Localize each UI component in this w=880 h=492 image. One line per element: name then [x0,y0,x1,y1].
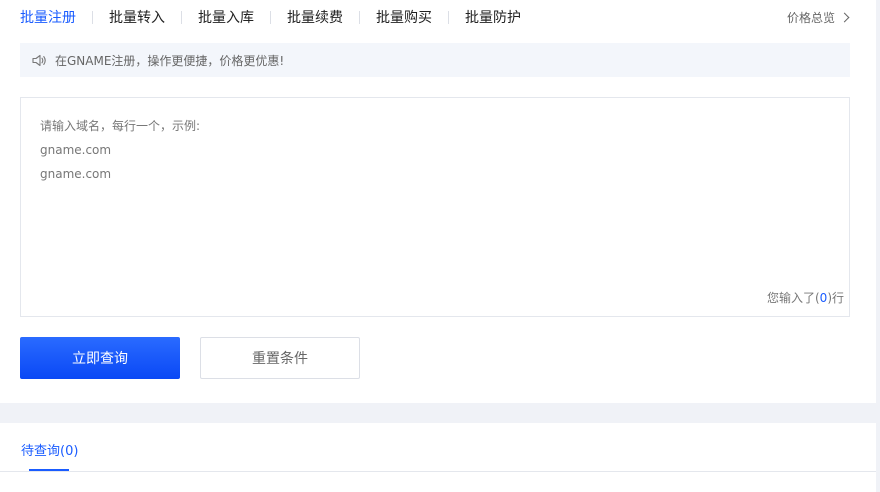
tab-divider [448,10,449,24]
notice-bar: 在GNAME注册，操作更便捷，价格更优惠! [20,43,850,77]
tab-divider [270,10,271,24]
tab-batch-transfer[interactable]: 批量转入 [109,7,165,27]
tab-batch-protect[interactable]: 批量防护 [465,7,521,27]
price-overview-label: 价格总览 [786,10,835,25]
price-overview-link[interactable]: 价格总览 [786,0,850,34]
tab-batch-register[interactable]: 批量注册 [20,7,76,27]
tab-divider [181,10,182,24]
tab-pending-query[interactable]: 待查询(0) [21,440,78,459]
line-counter-suffix: )行 [827,291,844,305]
chevron-right-icon [839,12,850,22]
speaker-icon [32,54,46,66]
placeholder-line: gname.com [40,167,112,181]
section-divider-band [0,403,876,423]
tab-batch-buy[interactable]: 批量购买 [376,7,432,27]
reset-button[interactable]: 重置条件 [200,337,360,379]
right-scroll-strip [876,0,880,492]
tab-batch-import[interactable]: 批量入库 [198,7,254,27]
query-button[interactable]: 立即查询 [20,337,180,379]
domain-input-placeholder: 请输入域名，每行一个，示例: gname.com gname.com [40,114,200,186]
tab-batch-renew[interactable]: 批量续费 [287,7,343,27]
notice-text: 在GNAME注册，操作更便捷，价格更优惠! [55,53,285,68]
batch-tabs: 批量注册 批量转入 批量入库 批量续费 批量购买 批量防护 [20,0,521,34]
domain-input[interactable]: 请输入域名，每行一个，示例: gname.com gname.com 您输入了(… [20,97,850,317]
line-counter: 您输入了(0)行 [767,289,844,306]
placeholder-line: 请输入域名，每行一个，示例: [40,119,201,133]
tab-bottom-border [0,471,876,472]
tab-divider [359,10,360,24]
placeholder-line: gname.com [40,143,112,157]
tab-divider [92,10,93,24]
line-counter-prefix: 您输入了( [766,291,820,305]
